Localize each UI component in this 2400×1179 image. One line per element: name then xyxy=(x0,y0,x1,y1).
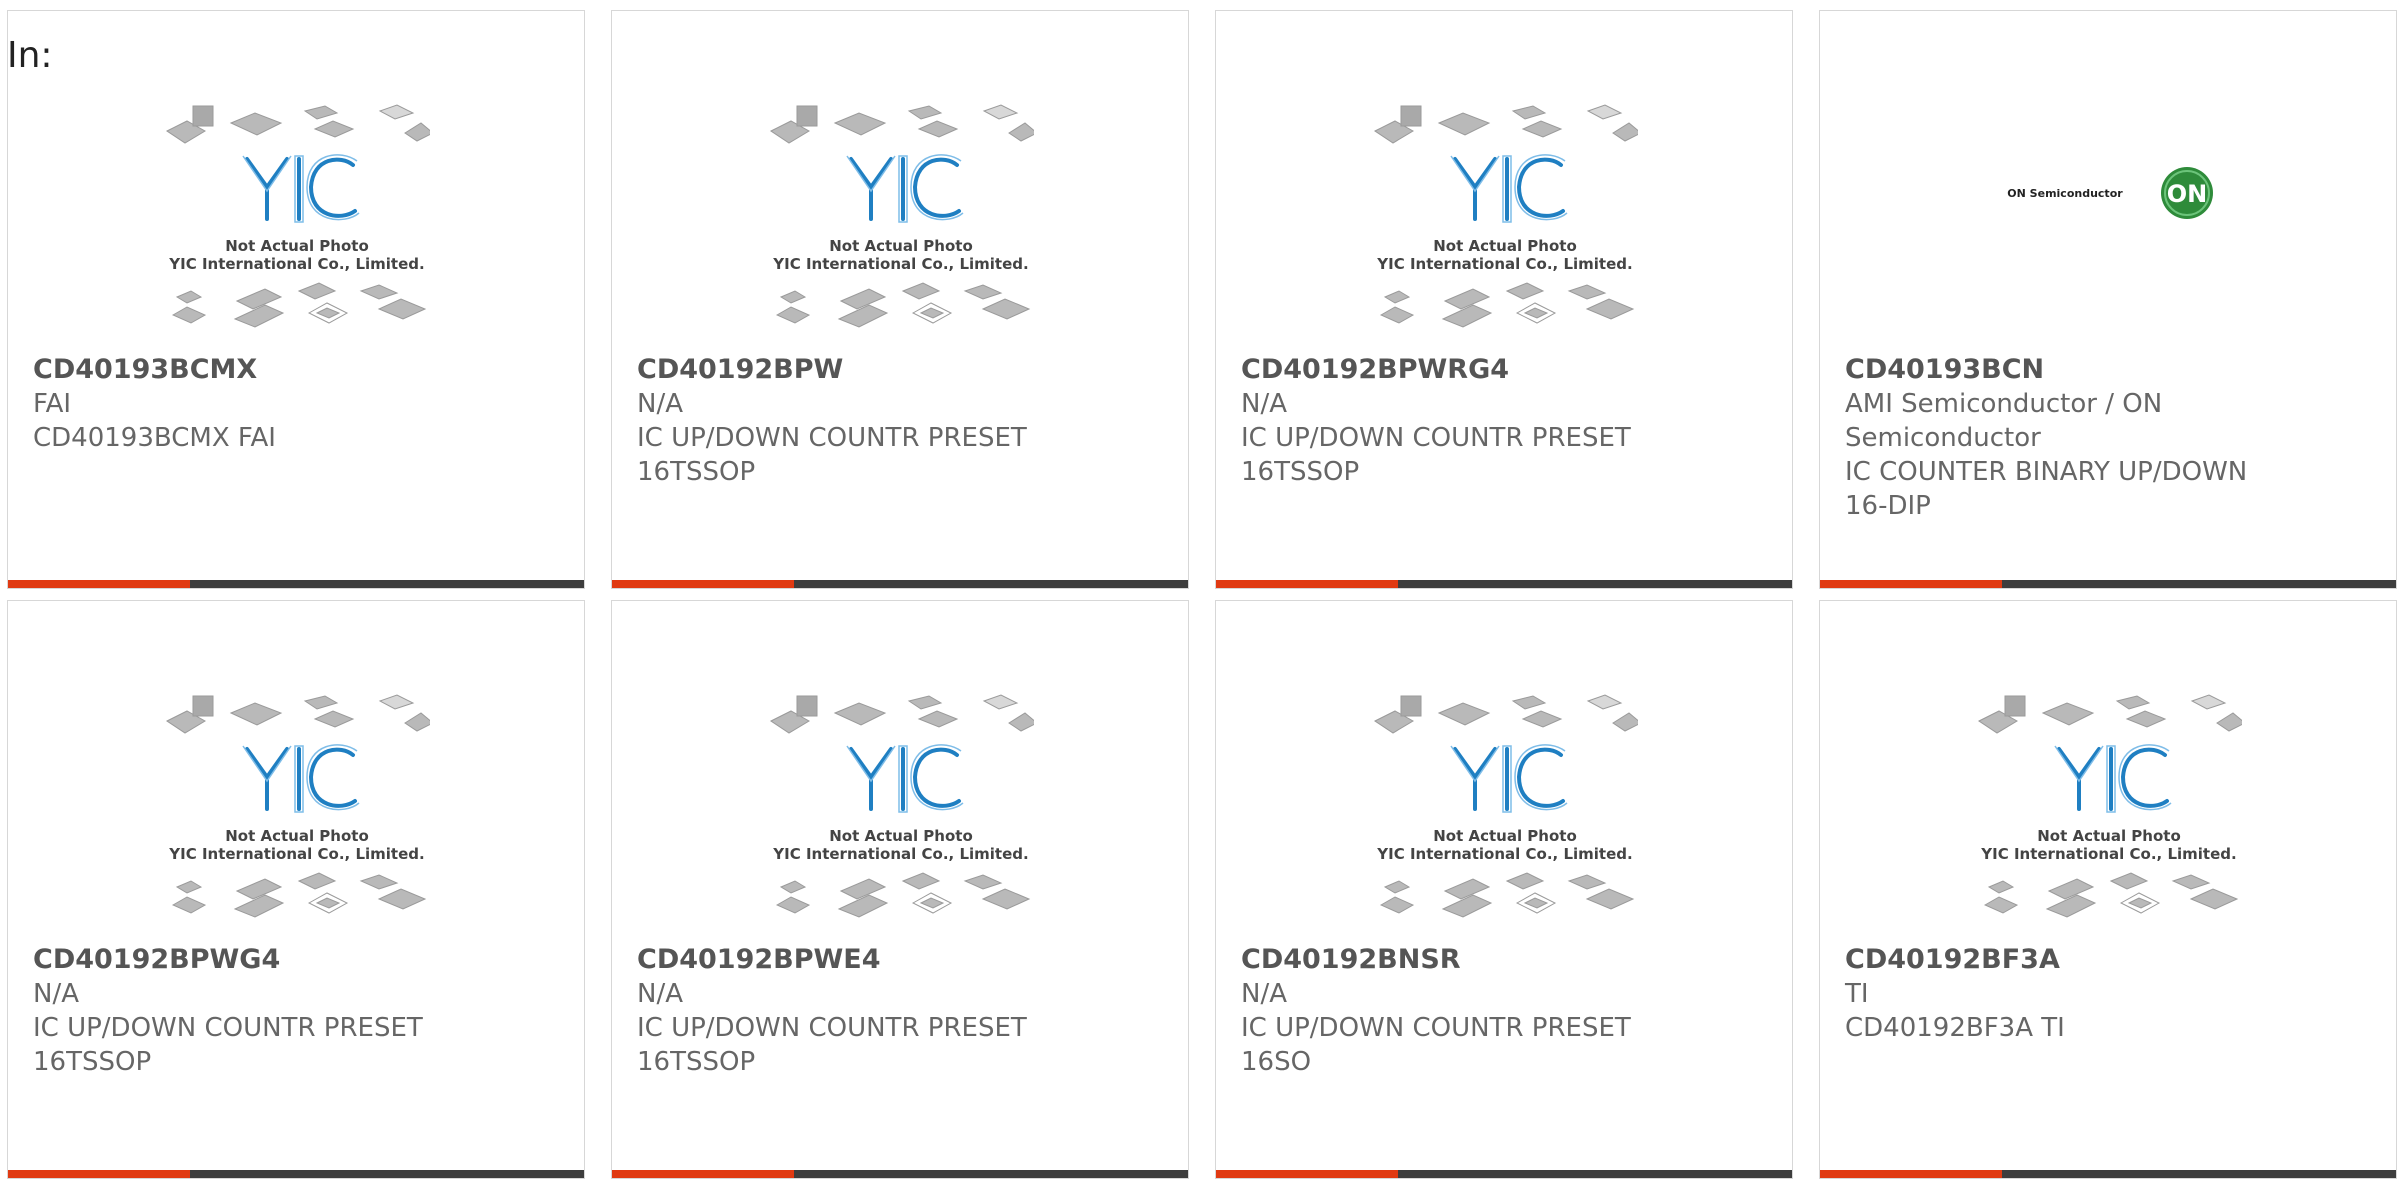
card-footer-bar xyxy=(8,580,584,588)
part-number[interactable]: CD40193BCN xyxy=(1845,353,2365,387)
product-card[interactable]: ON Semiconductor ON CD40193BCN AMI Semico… xyxy=(1819,10,2397,589)
description: CD40193BCMX FAI xyxy=(33,423,276,453)
yic-company-text: YIC International Co., Limited. xyxy=(772,255,1028,273)
description: IC UP/DOWN COUNTR PRESET 16TSSOP xyxy=(33,1013,423,1077)
card-footer-bar xyxy=(1820,580,2396,588)
not-actual-photo-text: Not Actual Photo xyxy=(829,237,973,255)
product-info: CD40192BPW N/A IC UP/DOWN COUNTR PRESET 16… xyxy=(637,353,1157,489)
product-card[interactable]: Not Actual Photo YIC International Co., … xyxy=(1215,600,1793,1179)
card-footer-bar xyxy=(612,580,1188,588)
not-actual-photo-text: Not Actual Photo xyxy=(225,237,369,255)
product-info: CD40193BCN AMI Semiconductor / ON Semicon… xyxy=(1845,353,2365,523)
card-accent-bar xyxy=(1820,1170,2002,1178)
description: IC UP/DOWN COUNTR PRESET 16TSSOP xyxy=(1241,423,1631,487)
description: IC UP/DOWN COUNTR PRESET 16TSSOP xyxy=(637,423,1027,487)
manufacturer: N/A xyxy=(637,979,683,1009)
manufacturer: N/A xyxy=(1241,389,1287,419)
on-semiconductor-logo-image[interactable]: ON Semiconductor ON xyxy=(1977,101,2242,351)
yic-company-text: YIC International Co., Limited. xyxy=(772,845,1028,863)
description: IC UP/DOWN COUNTR PRESET 16TSSOP xyxy=(637,1013,1027,1077)
part-number[interactable]: CD40193BCMX xyxy=(33,353,553,387)
product-card[interactable]: Not Actual Photo YIC International Co., … xyxy=(611,10,1189,589)
manufacturer: N/A xyxy=(637,389,683,419)
not-actual-photo-text: Not Actual Photo xyxy=(225,827,369,845)
manufacturer: AMI Semiconductor / ON Semiconductor xyxy=(1845,389,2163,453)
not-actual-photo-text: Not Actual Photo xyxy=(1433,827,1577,845)
product-card[interactable]: Not Actual Photo YIC International Co., … xyxy=(1819,600,2397,1179)
card-accent-bar xyxy=(8,580,190,588)
yic-placeholder-image[interactable]: Not Actual Photo YIC International Co., … xyxy=(769,101,1034,351)
yic-company-text: YIC International Co., Limited. xyxy=(168,255,424,273)
card-footer-bar xyxy=(8,1170,584,1178)
card-accent-bar xyxy=(1820,580,2002,588)
manufacturer: N/A xyxy=(33,979,79,1009)
card-accent-bar xyxy=(612,580,794,588)
product-card[interactable]: Not Actual Photo YIC International Co., … xyxy=(611,600,1189,1179)
manufacturer: TI xyxy=(1845,979,1869,1009)
yic-company-text: YIC International Co., Limited. xyxy=(1376,255,1632,273)
card-accent-bar xyxy=(1216,1170,1398,1178)
card-footer-bar xyxy=(1820,1170,2396,1178)
yic-placeholder-image[interactable]: Not Actual Photo YIC International Co., … xyxy=(1373,691,1638,941)
part-number[interactable]: CD40192BNSR xyxy=(1241,943,1761,977)
on-mark-text: ON xyxy=(2167,180,2208,208)
filter-label: In: xyxy=(7,35,53,76)
yic-company-text: YIC International Co., Limited. xyxy=(1376,845,1632,863)
part-number[interactable]: CD40192BPWRG4 xyxy=(1241,353,1761,387)
yic-placeholder-image[interactable]: Not Actual Photo YIC International Co., … xyxy=(1373,101,1638,351)
part-number[interactable]: CD40192BPWE4 xyxy=(637,943,1157,977)
not-actual-photo-text: Not Actual Photo xyxy=(2037,827,2181,845)
product-info: CD40193BCMX FAI CD40193BCMX FAI xyxy=(33,353,553,455)
yic-placeholder-image[interactable]: Not Actual Photo YIC International Co., … xyxy=(769,691,1034,941)
part-number[interactable]: CD40192BF3A xyxy=(1845,943,2365,977)
part-number[interactable]: CD40192BPW xyxy=(637,353,1157,387)
yic-placeholder-image[interactable]: Not Actual Photo YIC International Co., … xyxy=(165,691,430,941)
card-accent-bar xyxy=(612,1170,794,1178)
description: IC COUNTER BINARY UP/DOWN 16-DIP xyxy=(1845,457,2248,521)
not-actual-photo-text: Not Actual Photo xyxy=(829,827,973,845)
not-actual-photo-text: Not Actual Photo xyxy=(1433,237,1577,255)
card-footer-bar xyxy=(1216,580,1792,588)
card-footer-bar xyxy=(612,1170,1188,1178)
part-number[interactable]: CD40192BPWG4 xyxy=(33,943,553,977)
yic-company-text: YIC International Co., Limited. xyxy=(1980,845,2236,863)
product-info: CD40192BNSR N/A IC UP/DOWN COUNTR PRESET 1… xyxy=(1241,943,1761,1079)
card-footer-bar xyxy=(1216,1170,1792,1178)
card-accent-bar xyxy=(8,1170,190,1178)
yic-company-text: YIC International Co., Limited. xyxy=(168,845,424,863)
manufacturer: FAI xyxy=(33,389,72,419)
product-grid: Not Actual Photo YIC International Co., … xyxy=(7,10,2397,1179)
yic-placeholder-image[interactable]: Not Actual Photo YIC International Co., … xyxy=(165,101,430,351)
manufacturer: N/A xyxy=(1241,979,1287,1009)
description: CD40192BF3A TI xyxy=(1845,1013,2065,1043)
product-card[interactable]: Not Actual Photo YIC International Co., … xyxy=(7,600,585,1179)
description: IC UP/DOWN COUNTR PRESET 16SO xyxy=(1241,1013,1631,1077)
product-card[interactable]: Not Actual Photo YIC International Co., … xyxy=(1215,10,1793,589)
product-info: CD40192BPWG4 N/A IC UP/DOWN COUNTR PRESET … xyxy=(33,943,553,1079)
yic-placeholder-image[interactable]: Not Actual Photo YIC International Co., … xyxy=(1977,691,2242,941)
product-card[interactable]: Not Actual Photo YIC International Co., … xyxy=(7,10,585,589)
product-info: CD40192BPWE4 N/A IC UP/DOWN COUNTR PRESET … xyxy=(637,943,1157,1079)
card-accent-bar xyxy=(1216,580,1398,588)
on-semiconductor-text: ON Semiconductor xyxy=(2007,187,2123,200)
product-info: CD40192BPWRG4 N/A IC UP/DOWN COUNTR PRESET… xyxy=(1241,353,1761,489)
product-info: CD40192BF3A TI CD40192BF3A TI xyxy=(1845,943,2365,1045)
